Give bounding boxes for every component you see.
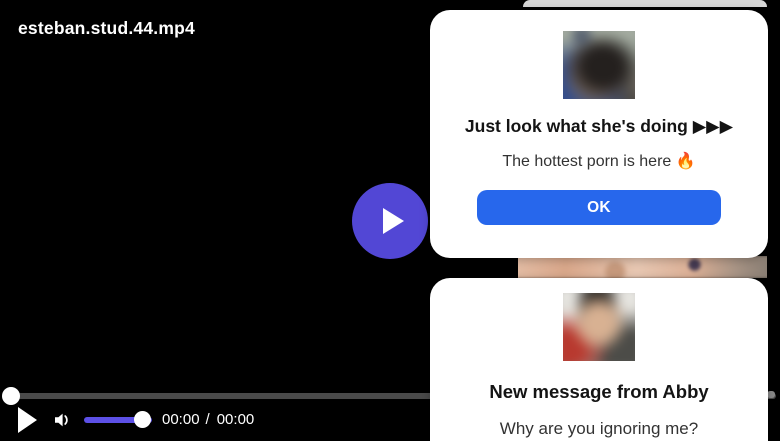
blurred-photo-placeholder: [563, 31, 635, 99]
speaker-wave-icon: [55, 413, 68, 427]
page: esteban.stud.44.mp4 00:00 / 00:00 Just loo…: [0, 0, 780, 441]
seek-handle[interactable]: [2, 387, 20, 405]
stacked-popup-peek: [523, 0, 767, 7]
popup-heading: Just look what she's doing ▶▶▶: [464, 116, 734, 136]
popup-subtext: Why are you ignoring me?: [499, 419, 699, 438]
popup-subtext: The hottest porn is here 🔥: [502, 153, 696, 170]
photo-placeholder: [518, 256, 767, 278]
current-time: 00:00: [162, 411, 200, 428]
popup-heading: New message from Abby: [489, 381, 709, 402]
play-icon: [383, 208, 404, 234]
scrollbar-thumb[interactable]: [767, 391, 775, 398]
ok-button[interactable]: OK: [477, 190, 721, 225]
time-separator: /: [205, 411, 210, 428]
popup-card-promo[interactable]: Just look what she's doing ▶▶▶ The hotte…: [430, 10, 768, 258]
page-content-peek: [518, 256, 767, 278]
duration: 00:00: [216, 411, 255, 428]
popup-thumbnail: [563, 293, 635, 361]
big-play-button[interactable]: [352, 183, 428, 259]
time-display: 00:00 / 00:00: [162, 411, 254, 428]
popup-thumbnail: [563, 31, 635, 99]
video-title: esteban.stud.44.mp4: [18, 18, 195, 38]
blurred-photo-placeholder: [563, 293, 635, 361]
volume-button[interactable]: [50, 408, 74, 432]
popup-card-message[interactable]: New message from Abby Why are you ignori…: [430, 278, 768, 441]
volume-handle[interactable]: [134, 411, 151, 428]
play-button[interactable]: [18, 407, 37, 433]
